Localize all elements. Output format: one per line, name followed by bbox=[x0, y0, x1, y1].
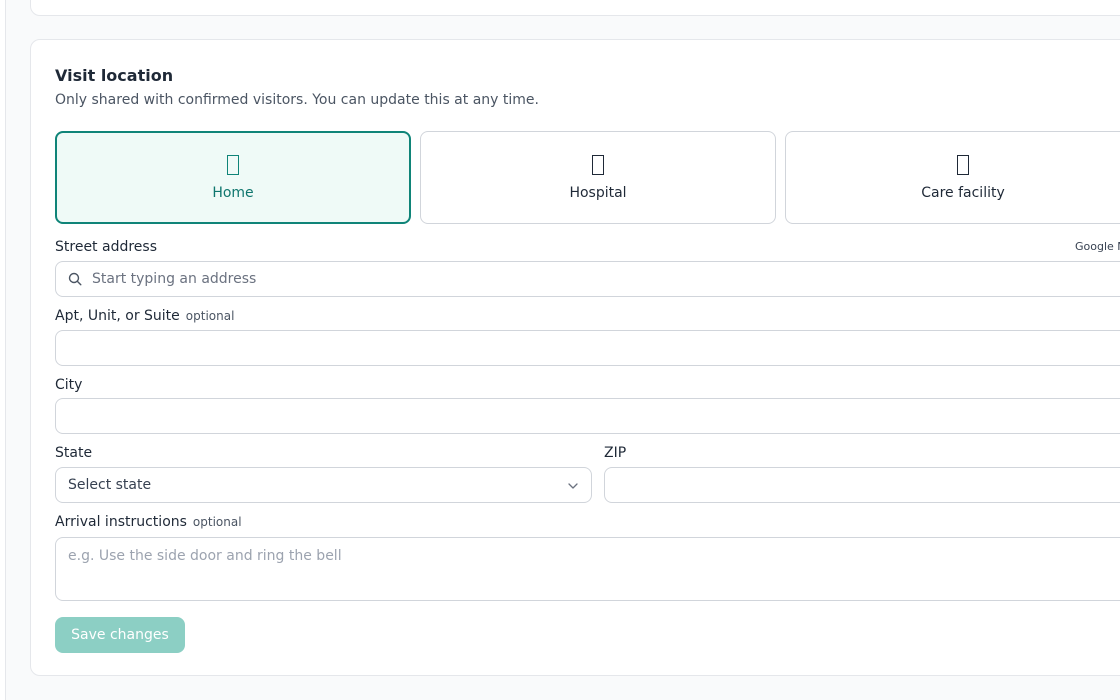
arrival-instructions-placeholder: e.g. Use the side door and ring the bell bbox=[68, 548, 342, 564]
location-option-hospital[interactable]: Hospital bbox=[420, 131, 776, 224]
street-address-label: Street address bbox=[55, 239, 157, 255]
city-input[interactable] bbox=[55, 398, 1120, 434]
arrival-instructions-textarea[interactable]: e.g. Use the side door and ring the bell bbox=[55, 537, 1120, 601]
section-subtitle: Only shared with confirmed visitors. You… bbox=[55, 92, 539, 108]
google-maps-credit: Google M bbox=[1075, 240, 1120, 253]
street-address-placeholder: Start typing an address bbox=[92, 271, 257, 287]
location-option-home[interactable]: Home bbox=[55, 131, 411, 224]
location-option-care-facility[interactable]: Care facility bbox=[785, 131, 1120, 224]
previous-section-card bbox=[30, 0, 1120, 16]
state-label: State bbox=[55, 445, 93, 461]
arrival-instructions-label: Arrival instructions optional bbox=[55, 514, 242, 530]
arrival-instructions-label-text: Arrival instructions bbox=[55, 514, 187, 530]
optional-tag: optional bbox=[185, 309, 235, 323]
search-icon bbox=[68, 272, 82, 286]
left-rail bbox=[0, 0, 6, 700]
location-option-label: Hospital bbox=[569, 184, 627, 201]
state-select[interactable]: Select state bbox=[55, 467, 592, 503]
location-option-label: Home bbox=[212, 184, 254, 201]
optional-tag: optional bbox=[192, 515, 242, 529]
state-select-value: Select state bbox=[68, 477, 152, 493]
apt-input[interactable] bbox=[55, 330, 1120, 366]
city-label: City bbox=[55, 377, 83, 393]
location-option-label: Care facility bbox=[921, 184, 1005, 201]
apt-label: Apt, Unit, or Suite optional bbox=[55, 308, 234, 324]
home-icon bbox=[227, 154, 239, 175]
chevron-down-icon bbox=[568, 483, 578, 489]
apt-label-text: Apt, Unit, or Suite bbox=[55, 308, 180, 324]
care-facility-icon bbox=[957, 154, 969, 175]
save-button[interactable]: Save changes bbox=[55, 617, 185, 653]
street-address-input[interactable]: Start typing an address bbox=[55, 261, 1120, 297]
zip-label: ZIP bbox=[604, 445, 627, 461]
hospital-icon bbox=[592, 154, 604, 175]
zip-input[interactable] bbox=[604, 467, 1120, 503]
visit-location-card: Visit location Only shared with confirme… bbox=[30, 39, 1120, 676]
section-title: Visit location bbox=[55, 66, 174, 85]
